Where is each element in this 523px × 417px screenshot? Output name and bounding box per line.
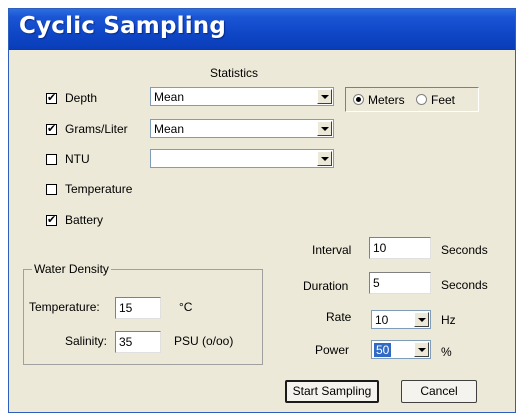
start-sampling-button[interactable]: Start Sampling (285, 380, 379, 403)
meters-radio[interactable] (353, 94, 364, 105)
water-density-legend: Water Density (32, 262, 111, 276)
cyclic-sampling-window: Cyclic Sampling Statistics ✔ Depth Mean … (8, 8, 516, 413)
chevron-down-icon[interactable] (317, 89, 332, 104)
interval-label: Interval (312, 243, 352, 257)
temperature-label: Temperature (65, 182, 133, 196)
density-temperature-input[interactable]: 15 (115, 297, 161, 319)
rate-label: Rate (326, 310, 352, 324)
depth-label: Depth (65, 91, 98, 105)
ntu-checkbox[interactable] (46, 154, 57, 165)
power-select[interactable]: 50 (371, 340, 431, 359)
salinity-unit: PSU (o/oo) (174, 334, 234, 348)
battery-label: Battery (65, 213, 104, 227)
temperature-checkbox[interactable] (46, 184, 57, 195)
density-temperature-unit: °C (179, 300, 193, 314)
interval-unit: Seconds (441, 243, 488, 257)
grams-liter-statistic-select[interactable]: Mean (150, 119, 334, 138)
rate-unit: Hz (441, 313, 456, 327)
duration-label: Duration (303, 279, 349, 293)
interval-value: 10 (373, 241, 387, 255)
rate-select[interactable]: 10 (371, 310, 431, 329)
feet-label: Feet (431, 93, 456, 107)
depth-statistic-value: Mean (154, 90, 185, 104)
power-label: Power (315, 343, 350, 357)
duration-value: 5 (373, 276, 380, 290)
window-title: Cyclic Sampling (19, 13, 227, 39)
battery-checkbox[interactable]: ✔ (46, 213, 57, 226)
feet-radio[interactable] (416, 94, 427, 105)
chevron-down-icon[interactable] (317, 151, 332, 166)
chevron-down-icon[interactable] (317, 121, 332, 136)
salinity-value: 35 (119, 335, 133, 349)
salinity-label: Salinity: (65, 334, 108, 348)
cancel-button[interactable]: Cancel (401, 380, 477, 403)
grams-liter-checkbox[interactable]: ✔ (46, 122, 57, 135)
water-density-group: Water Density Temperature: 15 °C Salinit… (23, 262, 263, 365)
units-radio-group: Meters Feet (345, 87, 479, 112)
interval-input[interactable]: 10 (369, 237, 431, 259)
rate-value: 10 (375, 313, 389, 327)
depth-checkbox[interactable]: ✔ (46, 91, 57, 104)
ntu-statistic-select[interactable] (150, 149, 334, 168)
salinity-input[interactable]: 35 (115, 331, 161, 353)
check-mark-icon: ✔ (47, 91, 57, 104)
grams-liter-label: Grams/Liter (65, 122, 128, 136)
power-unit: % (441, 345, 452, 359)
power-value: 50 (374, 343, 392, 357)
title-bar[interactable]: Cyclic Sampling (9, 9, 515, 50)
density-temperature-label: Temperature: (29, 300, 100, 314)
check-mark-icon: ✔ (47, 213, 57, 226)
meters-label: Meters (368, 93, 405, 107)
statistics-header: Statistics (210, 66, 259, 80)
chevron-down-icon[interactable] (414, 342, 429, 357)
duration-unit: Seconds (441, 278, 488, 292)
depth-statistic-select[interactable]: Mean (150, 87, 334, 106)
duration-input[interactable]: 5 (369, 272, 431, 294)
density-temperature-value: 15 (119, 301, 133, 315)
check-mark-icon: ✔ (47, 122, 57, 135)
grams-liter-statistic-value: Mean (154, 122, 185, 136)
chevron-down-icon[interactable] (414, 312, 429, 327)
ntu-label: NTU (65, 152, 90, 166)
